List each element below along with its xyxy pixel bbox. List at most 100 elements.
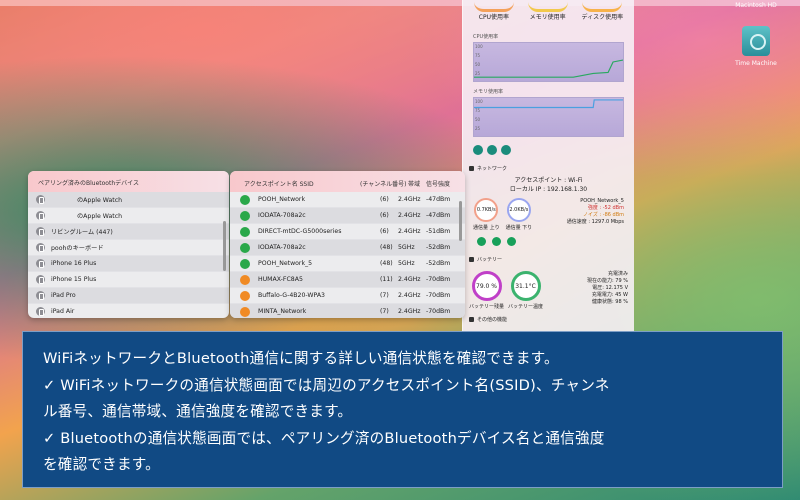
battery-stats: 79.0 % バッテリー残量 31.1°C バッテリー温度 充電済み 現在の能力… [463,271,634,310]
caption-line: ✓ WiFiネットワークの通信状態画面では周辺のアクセスポイント名(SSID)、… [43,376,610,394]
wifi-access-points-panel: アクセスポイント名 SSID (チャンネル番号) 帯域 信号強度 POOH_Ne… [230,171,465,318]
list-item[interactable]: iPhone 16 Plus [28,256,229,272]
memory-graph: 100 75 50 25 [473,97,624,137]
temp-value: 31.1°C [510,271,541,301]
strength-column-header: 信号強度 [426,181,451,188]
table-row[interactable]: POOH_Network_5 (48) 5GHz -52dBm [230,256,465,272]
list-item[interactable]: のApple Watch [28,208,229,224]
other-section-header[interactable]: その他の機能 [469,316,634,323]
wifi-icon[interactable] [477,237,486,246]
link-speed: 通信速度 : 1297.0 Mbps [566,219,624,225]
ssid-cell: DIRECT-mtDC-G5000series [258,228,342,235]
battery-section-header: バッテリー [469,256,634,263]
macintosh-hd-desktop-icon[interactable]: Macintosh HD [724,2,788,9]
device-name: iPad Pro [51,292,76,299]
table-row[interactable]: IODATA-708a2c (48) 5GHz -52dBm [230,240,465,256]
ssid-cell: POOH_Network [258,196,306,203]
time-machine-desktop-icon[interactable]: Time Machine [724,26,788,67]
channel-cell: (7) [380,292,389,299]
other-header-label: その他の機能 [477,317,508,323]
strength-cell: -47dBm [426,196,451,203]
wifi-signal-icon [240,243,250,253]
ssid-cell: MINTA_Network [258,308,307,315]
battery-level: 79.0 % バッテリー残量 [469,271,504,310]
mode-button[interactable] [501,145,511,155]
band-cell: 2.4GHz [398,276,421,283]
current-ssid: POOH_Network_5 [580,198,624,204]
upload-rate: 0.7KB/s 通信量 上り [473,198,500,231]
strength-cell: -70dBm [426,308,451,315]
download-label: 通信量 下り [505,225,533,231]
band-column-header: 帯域 [408,181,421,188]
strength-cell: -47dBm [426,212,451,219]
band-cell: 2.4GHz [398,228,421,235]
table-row[interactable]: HUMAX-FC8A5 (11) 2.4GHz -70dBm [230,272,465,288]
cpu-graph-label: CPU使用率 [473,34,499,40]
memory-graph-line [474,99,623,109]
band-cell: 2.4GHz [398,196,421,203]
caption-line: を確認できます。 [43,456,160,473]
wifi-panel-header: アクセスポイント名 SSID (チャンネル番号) 帯域 信号強度 [230,171,465,192]
battery-temp: 31.1°C バッテリー温度 [508,271,543,310]
bluetooth-icon[interactable] [492,237,501,246]
access-point: アクセスポイント : Wi-Fi [514,177,583,184]
temp-label: バッテリー温度 [508,304,544,310]
cpu-gauge[interactable]: CPU使用率 [473,2,514,21]
wifi-signal-icon [240,227,250,237]
table-row[interactable]: Buffalo-G-4B20-WPA3 (7) 2.4GHz -70dBm [230,288,465,304]
strength-cell: -52dBm [426,244,451,251]
bluetooth-device-icon [36,307,45,316]
wifi-signal-icon [240,275,250,285]
download-rate: 2.0KB/s 通信量 下り [505,198,533,231]
band-cell: 2.4GHz [398,292,421,299]
battery-health: 健康状態: 98 % [592,299,628,305]
band-cell: 2.4GHz [398,308,421,315]
list-item[interactable]: iPad Pro [28,288,229,304]
device-name: iPhone 15 Plus [51,276,97,283]
cpu-gauge-label: CPU使用率 [478,14,509,21]
table-row[interactable]: IODATA-708a2c (6) 2.4GHz -47dBm [230,208,465,224]
disk-gauge-label: ディスク使用率 [581,14,624,21]
scrollbar[interactable] [223,221,226,271]
channel-cell: (6) [380,196,389,203]
network-buttons [477,237,634,246]
voltage: 電圧: 12.175 V [592,285,628,291]
list-item[interactable]: リビングルーム (447) [28,224,229,240]
battery-details: 充電済み 現在の能力: 79 % 電圧: 12.175 V 充電電力: 45 W… [547,271,628,306]
disk-label: Macintosh HD [735,2,777,9]
disk-gauge[interactable]: ディスク使用率 [581,2,623,21]
caption-line: ✓ Bluetoothの通信状態画面では、ペアリング済のBluetoothデバイ… [43,429,605,447]
wifi-list: POOH_Network (6) 2.4GHz -47dBm IODATA-708a2c… [230,192,465,318]
table-row[interactable]: POOH_Network (6) 2.4GHz -47dBm [230,192,465,208]
local-ip: ローカル IP : 192.168.1.30 [509,186,588,193]
memory-gauge[interactable]: メモリ使用率 [527,2,568,21]
battery-value: 79.0 % [471,271,502,301]
scrollbar[interactable] [459,201,462,241]
mode-button[interactable] [487,145,497,155]
bluetooth-devices-panel: ペアリング済みのBluetoothデバイス のApple Watch のAppl… [28,171,229,318]
ssid-cell: IODATA-708a2c [258,212,306,219]
network-section-header: ネットワーク [469,165,634,172]
network-header-label: ネットワーク [477,166,508,172]
list-item[interactable]: iPad Air [28,304,229,318]
menu-bar [0,0,800,6]
strength-cell: -52dBm [426,260,451,267]
link-icon[interactable] [507,237,516,246]
signal-strength: 強度 : -52 dBm [587,205,624,211]
wifi-signal-icon [240,291,250,301]
bluetooth-device-icon [36,243,45,252]
table-row[interactable]: MINTA_Network (7) 2.4GHz -70dBm [230,304,465,318]
mode-button[interactable] [473,145,483,155]
list-item[interactable]: poohのキーボード [28,240,229,256]
memory-graph-label: メモリ使用率 [473,89,504,95]
upload-label: 通信量 上り [473,225,500,231]
description-caption: WiFiネットワークとBluetooth通信に関する詳しい通信状態を確認できます… [22,331,783,488]
channel-cell: (7) [380,308,389,315]
table-row[interactable]: DIRECT-mtDC-G5000series (6) 2.4GHz -51dBm [230,224,465,240]
list-item[interactable]: のApple Watch [28,192,229,208]
network-stats: 0.7KB/s 通信量 上り 2.0KB/s 通信量 下り POOH_Netwo… [463,198,634,231]
list-item[interactable]: iPhone 15 Plus [28,272,229,288]
memory-gauge-label: メモリ使用率 [529,14,566,21]
capacity: 現在の能力: 79 % [587,278,628,284]
ssid-column-header: アクセスポイント名 SSID [244,181,314,188]
